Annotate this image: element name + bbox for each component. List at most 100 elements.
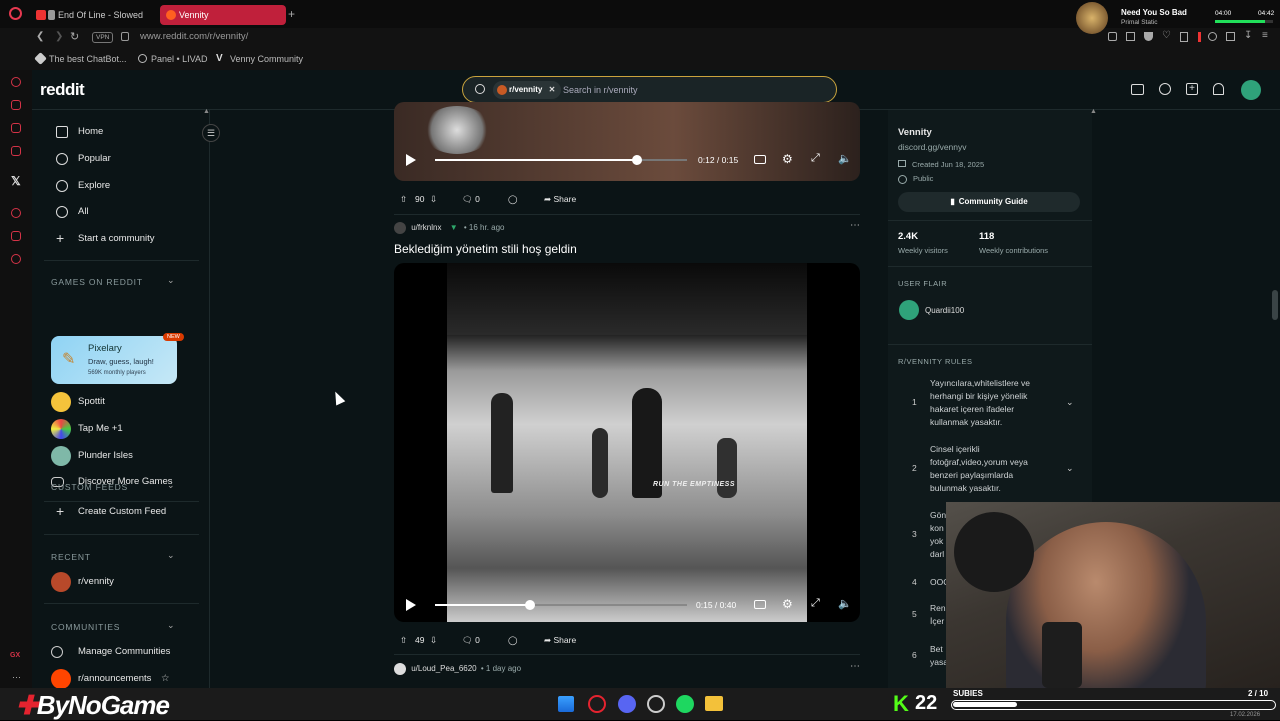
captions-icon[interactable] [754, 600, 766, 609]
workspace-icon[interactable] [11, 100, 21, 110]
bookmark-icon[interactable] [1180, 32, 1188, 42]
messenger-icon[interactable] [11, 123, 21, 133]
flair-name[interactable]: Quardii100 [925, 306, 964, 315]
battery-icon[interactable] [1198, 32, 1201, 42]
games-header[interactable]: GAMES ON REDDIT ⌄ [51, 275, 175, 287]
obs-taskbar-icon[interactable] [647, 695, 665, 713]
tab-vennity[interactable]: Vennity [160, 5, 286, 25]
video-scrubber[interactable] [631, 155, 642, 165]
nav-explore[interactable]: Explore [56, 177, 110, 195]
recent-vennity[interactable]: r/vennity [51, 571, 114, 593]
nav-popular[interactable]: Popular [56, 150, 111, 168]
ad-icon[interactable] [1131, 84, 1144, 95]
tab-music[interactable]: End Of Line - Slowed [30, 5, 158, 25]
custom-feeds-header[interactable]: CUSTOM FEEDS ⌄ [51, 480, 175, 492]
nav-home[interactable]: Home [56, 123, 103, 141]
post-author[interactable]: u/frknlnx [411, 223, 441, 232]
community-announcements[interactable]: r/announcements ☆ [51, 668, 170, 688]
downvote-icon[interactable]: ⇩ [430, 631, 437, 649]
extensions-icon[interactable] [1208, 32, 1217, 41]
search-scope-chip[interactable]: r/vennity ✕ [493, 81, 562, 99]
play-icon[interactable] [406, 154, 416, 166]
post-options-icon[interactable]: ⋯ [850, 220, 860, 231]
community-guide-button[interactable]: ▮ Community Guide [898, 192, 1080, 212]
share-button[interactable]: ➦ Share [544, 631, 584, 649]
fullscreen-icon[interactable]: ⤢ [811, 597, 820, 610]
opera-logo-icon[interactable] [9, 7, 22, 20]
heart-icon[interactable]: ♡ [1162, 30, 1171, 41]
more-icon[interactable]: ⋯ [12, 672, 21, 683]
x-icon[interactable]: 𝕏 [11, 174, 21, 188]
opera-gx-taskbar-icon[interactable] [588, 695, 606, 713]
video-progress-track[interactable] [435, 155, 687, 165]
menu-icon[interactable] [1226, 32, 1235, 41]
captions-icon[interactable] [754, 155, 766, 164]
video-scrubber[interactable] [524, 600, 535, 610]
nav-start-community[interactable]: + Start a community [56, 230, 155, 248]
snapshot-icon[interactable] [1126, 32, 1135, 41]
explorer-taskbar-icon[interactable] [705, 696, 723, 711]
award-button[interactable]: ◯ [508, 190, 522, 208]
notifications-icon[interactable] [1213, 83, 1224, 95]
rule-item[interactable]: 1 Yayıncılara,whitelistlere ve herhangi b… [898, 377, 1083, 429]
comments-button[interactable]: 🗨 0 [462, 190, 486, 208]
community-link[interactable]: discord.gg/vennyv [898, 142, 967, 152]
game-tapme[interactable]: Tap Me +1 [51, 418, 123, 440]
reload-icon[interactable]: ↻ [70, 30, 79, 43]
settings-icon[interactable] [11, 254, 21, 264]
play-icon[interactable] [406, 599, 416, 611]
featured-game-pixelary[interactable]: ✎ Pixelary Draw, guess, laugh! 569K mont… [51, 333, 184, 384]
reddit-logo[interactable]: reddit [40, 80, 85, 100]
settings-gear-icon[interactable]: ⚙ [782, 597, 793, 611]
bookmark-chatbot[interactable]: The best ChatBot... [34, 52, 127, 65]
avatar[interactable] [1241, 80, 1261, 100]
gx-icon[interactable]: GX [10, 652, 20, 659]
recent-header[interactable]: RECENT ⌄ [51, 550, 175, 562]
instagram-icon[interactable] [11, 146, 21, 156]
game-plunder-isles[interactable]: Plunder Isles [51, 445, 133, 467]
vpn-badge[interactable]: VPN [92, 32, 114, 43]
chat-icon[interactable] [1159, 83, 1171, 95]
create-custom-feed[interactable]: + Create Custom Feed [56, 503, 166, 521]
manage-communities[interactable]: Manage Communities [51, 641, 170, 663]
spotify-taskbar-icon[interactable] [676, 695, 694, 713]
fullscreen-icon[interactable]: ⤢ [811, 152, 820, 165]
download-icon[interactable]: ↧ [1244, 30, 1252, 41]
back-icon[interactable]: ❮ [36, 31, 44, 42]
settings-gear-icon[interactable]: ⚙ [782, 152, 793, 166]
upvote-icon[interactable]: ⇧ [400, 190, 407, 208]
pinboard-icon[interactable] [11, 231, 21, 241]
share-button[interactable]: ➦ Share [544, 190, 584, 208]
forward-icon[interactable]: ❯ [55, 31, 63, 42]
comments-button[interactable]: 🗨 0 [462, 631, 486, 649]
feed-scrollbar-up-icon[interactable]: ▲ [1090, 108, 1097, 115]
page-scrollbar[interactable] [1272, 290, 1278, 320]
post1-video[interactable]: 0:12 / 0:15 ⚙ ⤢ 🔈 [394, 102, 860, 181]
shield-icon[interactable] [1144, 32, 1153, 41]
post2-video[interactable]: RUN THE EMPTINESS 0:15 / 0:40 ⚙ ⤢ 🔈 [394, 263, 860, 622]
video-progress-track[interactable] [435, 600, 687, 610]
history-icon[interactable] [11, 208, 21, 218]
url-field[interactable]: www.reddit.com/r/vennity/ [140, 31, 248, 42]
discord-taskbar-icon[interactable] [618, 695, 636, 713]
post2-title[interactable]: Beklediğim yönetim stili hoş geldin [394, 242, 577, 256]
volume-icon[interactable]: 🔈 [838, 152, 852, 165]
pin-icon[interactable] [1108, 32, 1117, 41]
search-input[interactable]: r/vennity ✕ Search in r/vennity [462, 76, 837, 103]
volume-icon[interactable]: 🔈 [838, 597, 852, 610]
downvote-icon[interactable]: ⇩ [430, 190, 437, 208]
nav-all[interactable]: All [56, 203, 89, 221]
aria-icon[interactable] [11, 77, 21, 87]
new-tab-button[interactable]: + [288, 8, 295, 20]
upvote-icon[interactable]: ⇧ [400, 631, 407, 649]
customize-icon[interactable]: ≡ [1262, 30, 1268, 41]
game-spottit[interactable]: Spottit [51, 391, 105, 413]
post-options-icon[interactable]: ⋯ [850, 661, 860, 672]
bookmark-venny[interactable]: V Venny Community [216, 53, 303, 64]
communities-header[interactable]: COMMUNITIES ⌄ [51, 620, 175, 632]
left-scrollbar-up-icon[interactable]: ▲ [203, 108, 210, 115]
create-post-icon[interactable]: + [1186, 83, 1198, 95]
bookmark-panel[interactable]: Panel • LIVAD [138, 54, 208, 64]
star-icon[interactable]: ☆ [161, 668, 170, 688]
chip-close-icon[interactable]: ✕ [549, 85, 556, 94]
